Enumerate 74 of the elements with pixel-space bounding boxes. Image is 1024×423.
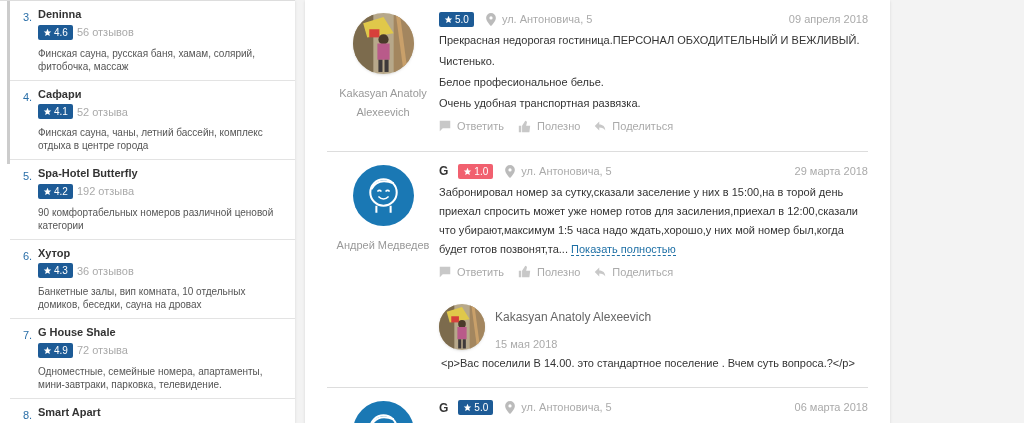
item-number: 7. — [23, 328, 34, 343]
review-count: 52 отзыва — [76, 104, 128, 120]
item-number: 8. — [23, 407, 34, 423]
reply-text: <p>Вас поселили В 14.00. это стандартное поселение . Вчем суть вопроса.?</p> — [441, 355, 856, 371]
rating-value: 4.6 — [54, 25, 68, 40]
author-name: Kakasyan Anatoly Alexeevich — [338, 86, 428, 120]
star-icon — [43, 107, 52, 117]
scrollbar-thumb[interactable] — [7, 1, 10, 164]
star-icon — [444, 15, 453, 24]
item-title: Хутор — [38, 245, 72, 261]
star-icon — [43, 266, 52, 276]
review-count: 192 отзыва — [76, 184, 135, 199]
star-icon — [43, 27, 52, 37]
address-text: ул. Антоновича, 5 — [521, 163, 612, 179]
review-text: Чистенько. — [439, 54, 496, 69]
address-text: ул. Антоновича, 5 — [501, 12, 593, 28]
item-number: 4. — [23, 89, 34, 105]
author-name: Андрей Медведев — [335, 237, 431, 253]
item-description: Банкетные залы, вип комната, 10 отдельных домиков, беседки, сауна на дровах — [38, 285, 247, 311]
source-letter: G — [439, 399, 449, 417]
map-pin-icon — [505, 164, 516, 178]
item-title: Сафари — [38, 86, 83, 102]
rating-value: 1.0 — [474, 164, 489, 179]
item-number: 5. — [23, 169, 34, 184]
sidebar-item[interactable]: 8. Smart Apart — [10, 398, 295, 423]
sidebar-item[interactable]: 3. Deninna 4.6 56 отзывов Финская сауна, русская баня, хамам, солярий, фитобочка, массаж — [10, 1, 295, 81]
show-more-link[interactable]: Показать полностью — [571, 242, 676, 256]
reply-arrow-icon — [594, 120, 607, 133]
address-text: ул. Антоновича, 5 — [521, 400, 612, 416]
star-icon — [43, 345, 52, 355]
thumbs-up-icon — [518, 119, 532, 133]
rating-value: 5.0 — [455, 13, 469, 27]
rating-value: 5.0 — [474, 401, 489, 415]
sidebar-item[interactable]: 4. Сафари 4.1 52 отзыва Финская сауна, чаны, летний бассейн, комплекс отдыха в центре города — [10, 80, 295, 160]
item-title: Smart Apart — [38, 404, 102, 420]
map-pin-icon — [485, 13, 496, 26]
item-description: Финская сауна, чаны, летний бассейн, комплекс отдыха в центре города — [38, 126, 264, 152]
reply-arrow-icon — [594, 265, 607, 278]
rating-value: 4.3 — [54, 264, 68, 279]
review-text: Забронировал номер за сутку,сказали заселение у них в 15:00,на в торой день приехал спросить может уже номер готов для засиления,приехал в 12:00,сказали что убирают,максимум 1:5 часа надо ждать,хорошо,у них мой номер был,когда будет готов позвонят,та... Показать полностью — [439, 184, 859, 258]
sidebar-item[interactable]: 7. G House Shale 4.9 72 отзыва Одноместные, семейные номера, апартаменты, мини-завтраки, парковка, телевидение. — [10, 319, 295, 399]
reply-author: Kakasyan Anatoly Alexeevich — [495, 309, 652, 326]
comment-icon — [439, 120, 451, 133]
rating-value: 4.9 — [54, 343, 68, 358]
star-icon — [463, 166, 473, 176]
review-date: 06 марта 2018 — [794, 400, 868, 416]
item-title: Deninna — [38, 7, 83, 22]
review-text: Прекрасная недорогая гостиница.ПЕРСОНАЛ ОБХОДИТЕЛЬНЫЙ И ВЕЖЛИВЫЙ. — [439, 33, 861, 48]
source-letter: G — [439, 163, 449, 180]
comment-icon — [439, 265, 451, 278]
review-text: Очень удобная транспортная развязка. — [439, 96, 642, 111]
thumbs-up-icon — [518, 265, 532, 279]
review-date: 29 марта 2018 — [794, 163, 868, 179]
review-count: 36 отзывов — [76, 263, 134, 279]
star-icon — [463, 403, 473, 412]
review-count: 56 отзывов — [76, 25, 134, 40]
review-text: Белое професиональное белье. — [439, 75, 605, 90]
map-pin-icon — [505, 401, 516, 414]
rating-value: 4.2 — [54, 184, 68, 199]
review-date: 09 апреля 2018 — [788, 12, 868, 28]
sidebar-item[interactable]: 6. Хутор 4.3 36 отзывов Банкетные залы, вип комната, 10 отдельных домиков, беседки, сауна на дровах — [10, 239, 295, 319]
item-description: 90 комфортабельных номеров различной ценовой категории — [38, 205, 275, 232]
item-title: Spa-Hotel Butterfly — [38, 166, 139, 181]
item-number: 6. — [23, 248, 34, 264]
sidebar-item[interactable]: 5. Spa-Hotel Butterfly 4.2 192 отзыва 90 комфортабельных номеров различной ценовой категории — [10, 160, 295, 240]
review-count: 72 отзыва — [76, 343, 128, 358]
rating-value: 4.1 — [54, 105, 68, 120]
face-avatar-icon — [352, 164, 414, 226]
reply-date: 15 мая 2018 — [495, 337, 559, 352]
item-description: Одноместные, семейные номера, апартаменты, мини-завтраки, парковка, телевидение. — [38, 364, 264, 391]
item-number: 3. — [23, 10, 34, 25]
star-icon — [43, 186, 52, 196]
item-description: Финская сауна, русская баня, хамам, солярий, фитобочка, массаж — [38, 46, 256, 73]
item-title: G House Shale — [38, 325, 117, 340]
